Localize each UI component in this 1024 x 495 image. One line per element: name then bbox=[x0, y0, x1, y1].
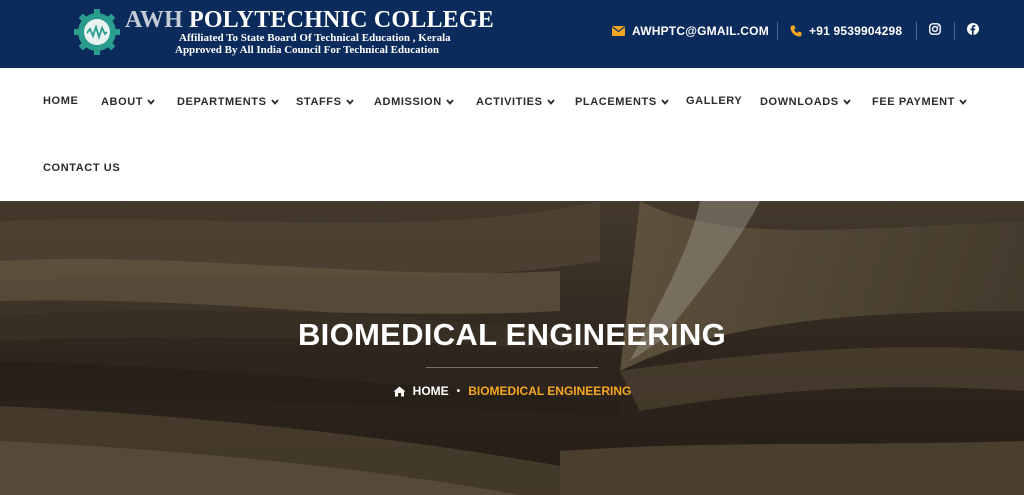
nav-label: FEE PAYMENT bbox=[872, 96, 956, 108]
college-logo[interactable] bbox=[72, 7, 122, 57]
nav-item-staffs[interactable]: STAFFS bbox=[296, 96, 354, 108]
nav-item-fee-payment[interactable]: FEE PAYMENT bbox=[872, 96, 967, 108]
nav-item-downloads[interactable]: DOWNLOADS bbox=[760, 96, 851, 108]
phone-link[interactable]: +91 9539904298 bbox=[790, 22, 902, 40]
brand[interactable]: AWH POLYTECHNIC COLLEGE Affiliated To St… bbox=[125, 6, 494, 56]
approval-text: Approved By All India Council For Techni… bbox=[175, 44, 439, 56]
breadcrumb-home-label: HOME bbox=[412, 384, 449, 398]
chevron-down-icon bbox=[446, 99, 454, 105]
phone-text: +91 9539904298 bbox=[809, 24, 903, 38]
brand-name: POLYTECHNIC COLLEGE bbox=[188, 7, 494, 33]
chevron-down-icon bbox=[843, 99, 851, 105]
nav-label: ADMISSION bbox=[374, 96, 442, 108]
chevron-down-icon bbox=[270, 99, 279, 105]
nav-label: ACTIVITIES bbox=[476, 96, 543, 108]
nav-label: HOME bbox=[43, 95, 79, 107]
top-bar: AWH POLYTECHNIC COLLEGE Affiliated To St… bbox=[0, 0, 1024, 68]
envelope-icon bbox=[612, 26, 625, 36]
brand-title: AWH POLYTECHNIC COLLEGE bbox=[125, 6, 494, 34]
nav-label: GALLERY bbox=[686, 95, 743, 107]
nav-item-placements[interactable]: PLACEMENTS bbox=[575, 96, 669, 108]
nav-label: STAFFS bbox=[296, 96, 342, 108]
brand-prefix: AWH bbox=[125, 7, 183, 33]
nav-item-about[interactable]: ABOUT bbox=[101, 96, 155, 108]
breadcrumb-separator: • bbox=[456, 385, 461, 397]
chevron-down-icon bbox=[147, 99, 155, 105]
chevron-down-icon bbox=[345, 99, 354, 105]
chevron-down-icon bbox=[959, 99, 967, 105]
nav-label: PLACEMENTS bbox=[575, 96, 657, 108]
nav-label: CONTACT US bbox=[43, 162, 121, 174]
nav-item-admission[interactable]: ADMISSION bbox=[374, 96, 454, 108]
chevron-down-icon bbox=[661, 99, 669, 105]
chevron-down-icon bbox=[546, 99, 555, 105]
instagram-icon[interactable] bbox=[928, 22, 942, 36]
divider bbox=[777, 22, 778, 40]
divider bbox=[954, 22, 955, 40]
email-link[interactable]: AWHPTC@GMAIL.COM bbox=[612, 22, 769, 40]
nav-label: DOWNLOADS bbox=[760, 96, 839, 108]
nav-item-contact-us[interactable]: CONTACT US bbox=[43, 162, 120, 174]
home-icon bbox=[393, 386, 406, 397]
nav-label: ABOUT bbox=[101, 96, 144, 108]
nav-label: DEPARTMENTS bbox=[177, 96, 267, 108]
nav-item-gallery[interactable]: GALLERY bbox=[686, 95, 742, 107]
title-underline bbox=[426, 367, 598, 368]
nav-item-activities[interactable]: ACTIVITIES bbox=[476, 96, 555, 108]
breadcrumb-current: BIOMEDICAL ENGINEERING bbox=[468, 384, 632, 398]
phone-icon bbox=[790, 25, 802, 37]
page-banner: BIOMEDICAL ENGINEERING HOME • BIOMEDICAL… bbox=[0, 201, 1024, 495]
affiliation-text: Affiliated To State Board Of Technical E… bbox=[179, 32, 451, 44]
breadcrumb: HOME • BIOMEDICAL ENGINEERING bbox=[0, 384, 1024, 398]
facebook-icon[interactable] bbox=[966, 22, 980, 36]
page-title: BIOMEDICAL ENGINEERING bbox=[297, 317, 726, 352]
nav-item-home[interactable]: HOME bbox=[43, 95, 78, 107]
email-text: AWHPTC@GMAIL.COM bbox=[632, 24, 769, 38]
divider bbox=[916, 22, 917, 40]
nav-item-departments[interactable]: DEPARTMENTS bbox=[177, 96, 279, 108]
main-nav: HOME ABOUT DEPARTMENTS STAFFS ADMISSION … bbox=[0, 68, 1024, 201]
breadcrumb-home-link[interactable]: HOME bbox=[393, 384, 449, 398]
